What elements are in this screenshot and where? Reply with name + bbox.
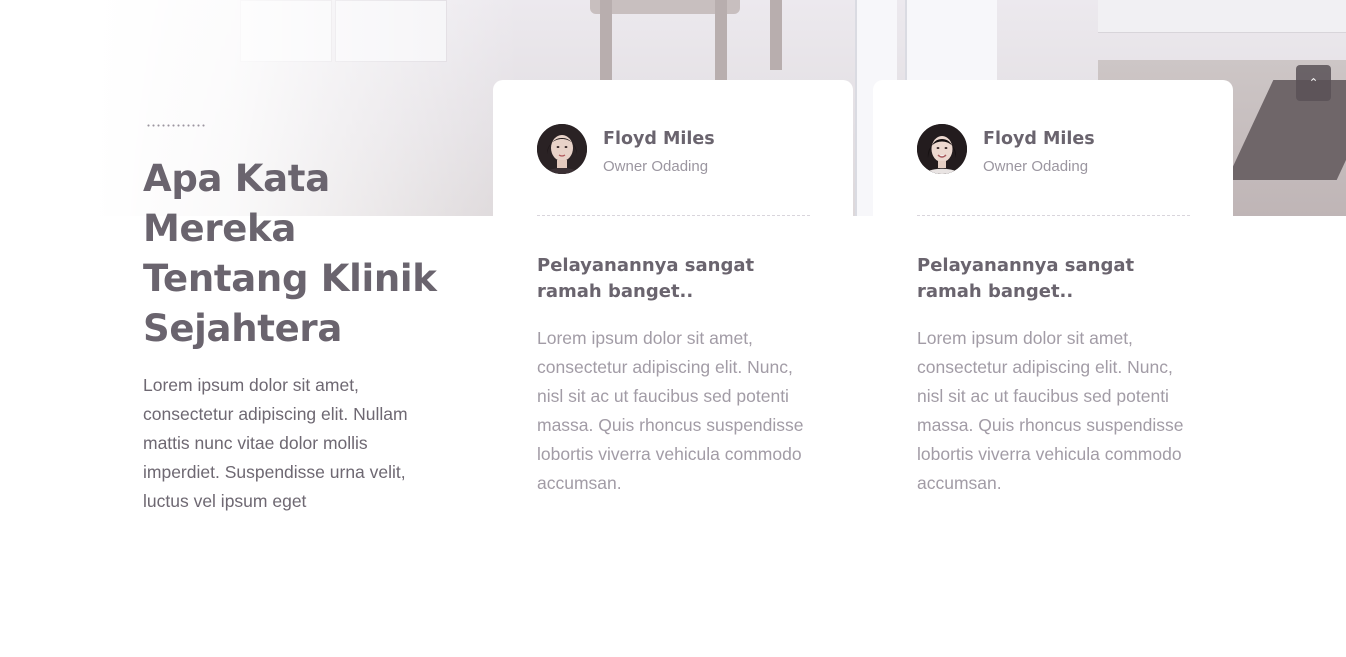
section-title: Apa Kata Mereka Tentang Klinik Sejahtera xyxy=(143,157,437,350)
testimonial-name: Floyd Miles xyxy=(983,129,1095,149)
back-to-top-button[interactable]: ⌃ xyxy=(1296,65,1331,101)
testimonial-card: Floyd Miles Owner Odading Pelayanannya s… xyxy=(493,80,853,520)
testimonial-quote-title: Pelayanannya sangat ramah banget.. xyxy=(537,255,755,302)
background-stool-leg xyxy=(600,0,612,80)
testimonial-quote-body: Lorem ipsum dolor sit amet, consectetur … xyxy=(917,328,1184,493)
testimonial-name: Floyd Miles xyxy=(603,129,715,149)
testimonial-card: Floyd Miles Owner Odading Pelayanannya s… xyxy=(873,80,1233,520)
background-stool-leg xyxy=(770,0,782,70)
chevron-up-icon: ⌃ xyxy=(1308,76,1319,90)
testimonial-quote-body: Lorem ipsum dolor sit amet, consectetur … xyxy=(537,328,804,493)
avatar xyxy=(537,124,587,174)
card-divider xyxy=(917,215,1190,216)
avatar xyxy=(917,124,967,174)
background-stool-leg xyxy=(715,0,727,80)
card-divider xyxy=(537,215,810,216)
testimonial-quote-title: Pelayanannya sangat ramah banget.. xyxy=(917,255,1135,302)
section-description: Lorem ipsum dolor sit amet, consectetur … xyxy=(143,375,408,511)
testimonial-role: Owner Odading xyxy=(983,158,1089,175)
decorative-dots xyxy=(146,124,206,127)
testimonial-role: Owner Odading xyxy=(603,158,709,175)
background-cabinet xyxy=(1098,0,1346,33)
